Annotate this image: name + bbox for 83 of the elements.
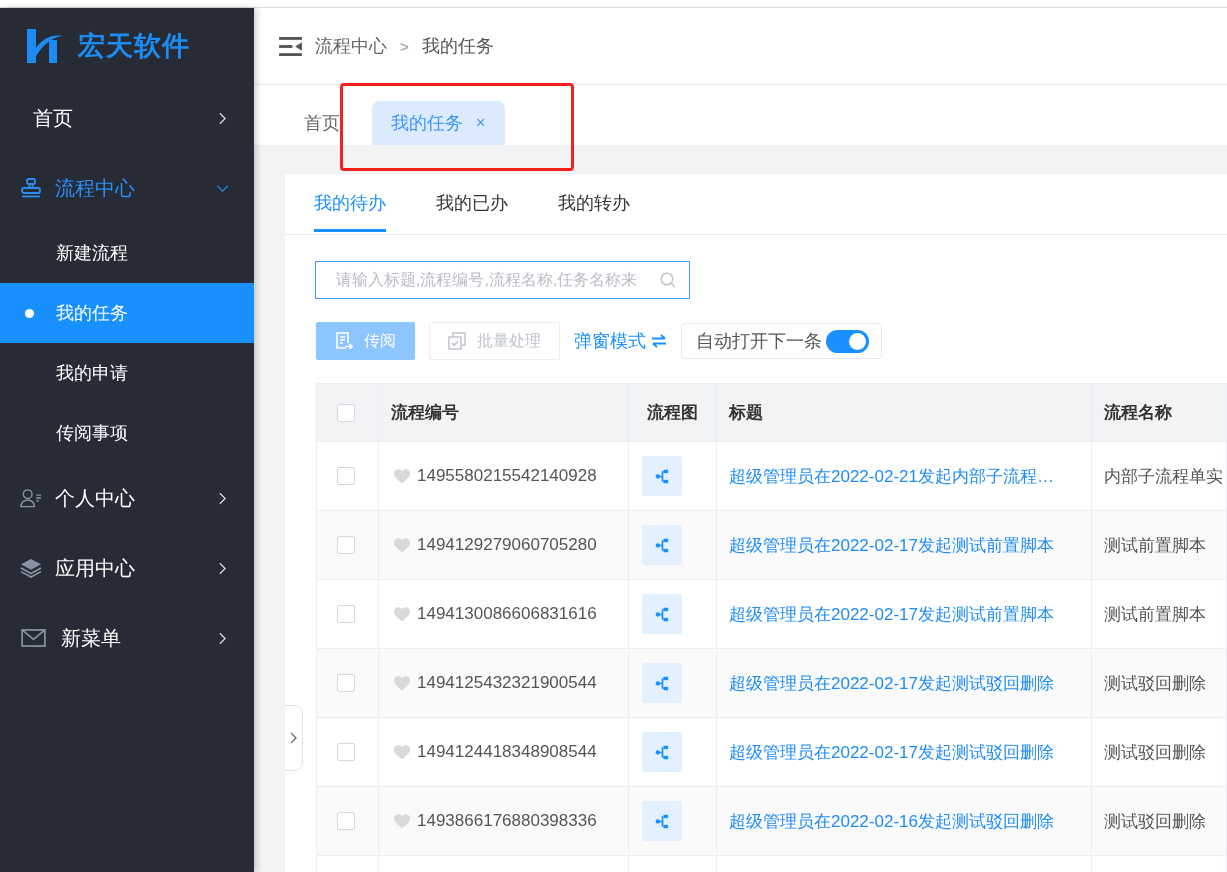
process-name: 测试前置脚本 bbox=[1104, 603, 1206, 626]
task-title-link[interactable]: 超级管理员在2022-02-21发起内部子流程… bbox=[729, 464, 1054, 488]
popup-mode-link[interactable]: 弹窗模式 bbox=[574, 329, 667, 353]
process-name: 内部子流程单实 bbox=[1104, 465, 1223, 488]
task-title-link[interactable]: 超级管理员在2022-02-17发起测试前置脚本 bbox=[729, 533, 1054, 557]
column-header: 流程图 bbox=[647, 402, 698, 424]
layers-icon bbox=[20, 558, 42, 578]
hierarchy-icon bbox=[654, 812, 670, 830]
nav-item[interactable]: 新菜单 bbox=[0, 603, 254, 673]
content-tab[interactable]: 我的待办 bbox=[314, 174, 386, 232]
column-header: 标题 bbox=[729, 402, 763, 424]
task-id: 1494129279060705280 bbox=[417, 535, 597, 555]
heart-icon[interactable] bbox=[393, 537, 411, 553]
process-name: 测试驳回删除 bbox=[1104, 672, 1206, 695]
flowchart-button[interactable] bbox=[642, 801, 682, 841]
heart-icon[interactable] bbox=[393, 606, 411, 622]
search-field[interactable]: 请输入标题,流程编号,流程名称,任务名称来 bbox=[315, 261, 690, 299]
search-icon[interactable] bbox=[660, 272, 676, 288]
menu-icon[interactable] bbox=[279, 36, 302, 56]
column-header: 流程名称 bbox=[1104, 402, 1172, 424]
process-name: 测试驳回删除 bbox=[1104, 741, 1206, 764]
process-name: 测试驳回删除 bbox=[1104, 810, 1206, 833]
flowchart-button[interactable] bbox=[642, 663, 682, 703]
task-id: 1493866176880398336 bbox=[417, 811, 597, 831]
process-name: 测试前置脚本 bbox=[1104, 534, 1206, 557]
task-title-link[interactable]: 超级管理员在2022-02-17发起测试驳回删除 bbox=[729, 671, 1054, 695]
flowchart-button[interactable] bbox=[642, 456, 682, 496]
nav-item[interactable]: 首页 bbox=[0, 83, 254, 153]
task-id: 1494124418348908544 bbox=[417, 742, 597, 762]
task-id: 1494125432321900544 bbox=[417, 673, 597, 693]
row-checkbox[interactable] bbox=[337, 536, 355, 554]
close-tab-button[interactable]: × bbox=[476, 114, 486, 132]
logo-text: 宏天软件 bbox=[78, 29, 190, 63]
stamp-icon bbox=[20, 178, 42, 198]
swap-icon bbox=[651, 334, 667, 348]
task-id: 1494130086606831616 bbox=[417, 604, 597, 624]
task-id: 1495580215542140928 bbox=[417, 466, 597, 486]
chevron-right-icon bbox=[290, 732, 297, 744]
flowchart-button[interactable] bbox=[642, 525, 682, 565]
hierarchy-icon bbox=[654, 674, 670, 692]
row-checkbox[interactable] bbox=[337, 743, 355, 761]
heart-icon[interactable] bbox=[393, 813, 411, 829]
hierarchy-icon bbox=[654, 536, 670, 554]
auto-next-label: 自动打开下一条 bbox=[696, 330, 822, 353]
document-arrow-icon bbox=[335, 332, 353, 350]
heart-icon[interactable] bbox=[393, 675, 411, 691]
heart-icon[interactable] bbox=[393, 468, 411, 484]
sub-nav-item[interactable]: 新建流程 bbox=[0, 223, 254, 283]
select-all-checkbox[interactable] bbox=[337, 403, 355, 422]
hierarchy-icon bbox=[654, 605, 670, 623]
sub-nav-item[interactable]: 我的申请 bbox=[0, 343, 254, 403]
nav-item[interactable]: 应用中心 bbox=[0, 533, 254, 603]
breadcrumb-separator: > bbox=[400, 37, 409, 55]
row-checkbox[interactable] bbox=[337, 674, 355, 692]
hierarchy-icon bbox=[654, 743, 670, 761]
row-checkbox[interactable] bbox=[337, 812, 355, 830]
nav-item[interactable]: 流程中心 bbox=[0, 153, 254, 223]
flowchart-button[interactable] bbox=[642, 594, 682, 634]
hierarchy-icon bbox=[654, 467, 670, 485]
dot-icon bbox=[25, 308, 34, 318]
task-title-link[interactable]: 超级管理员在2022-02-16发起测试驳回删除 bbox=[729, 809, 1054, 833]
task-title-link[interactable]: 超级管理员在2022-02-17发起测试驳回删除 bbox=[729, 740, 1054, 764]
column-header: 流程编号 bbox=[391, 402, 459, 424]
row-checkbox[interactable] bbox=[337, 467, 355, 485]
checkbox-stack-icon bbox=[448, 332, 466, 350]
breadcrumb-item[interactable]: 流程中心 bbox=[315, 34, 387, 58]
content-tab[interactable]: 我的已办 bbox=[436, 174, 508, 232]
toggle-switch[interactable] bbox=[826, 329, 869, 353]
task-title-link[interactable]: 超级管理员在2022-02-17发起测试前置脚本 bbox=[729, 602, 1054, 626]
flowchart-button[interactable] bbox=[642, 732, 682, 772]
content-tab[interactable]: 我的转办 bbox=[558, 174, 630, 232]
sub-nav-item[interactable]: 我的任务 bbox=[0, 283, 254, 343]
heart-icon[interactable] bbox=[393, 744, 411, 760]
sub-nav-item[interactable]: 传阅事项 bbox=[0, 403, 254, 463]
page-tab[interactable]: 我的任务 × bbox=[372, 101, 506, 145]
row-checkbox[interactable] bbox=[337, 605, 355, 623]
expand-handle[interactable] bbox=[285, 705, 303, 771]
user-icon bbox=[20, 488, 42, 508]
breadcrumb-item: 我的任务 bbox=[421, 35, 494, 58]
page-tab[interactable]: 首页 bbox=[284, 101, 360, 145]
nav-item[interactable]: 个人中心 bbox=[0, 463, 254, 533]
mail-icon bbox=[21, 629, 46, 647]
logo-icon bbox=[27, 28, 63, 63]
